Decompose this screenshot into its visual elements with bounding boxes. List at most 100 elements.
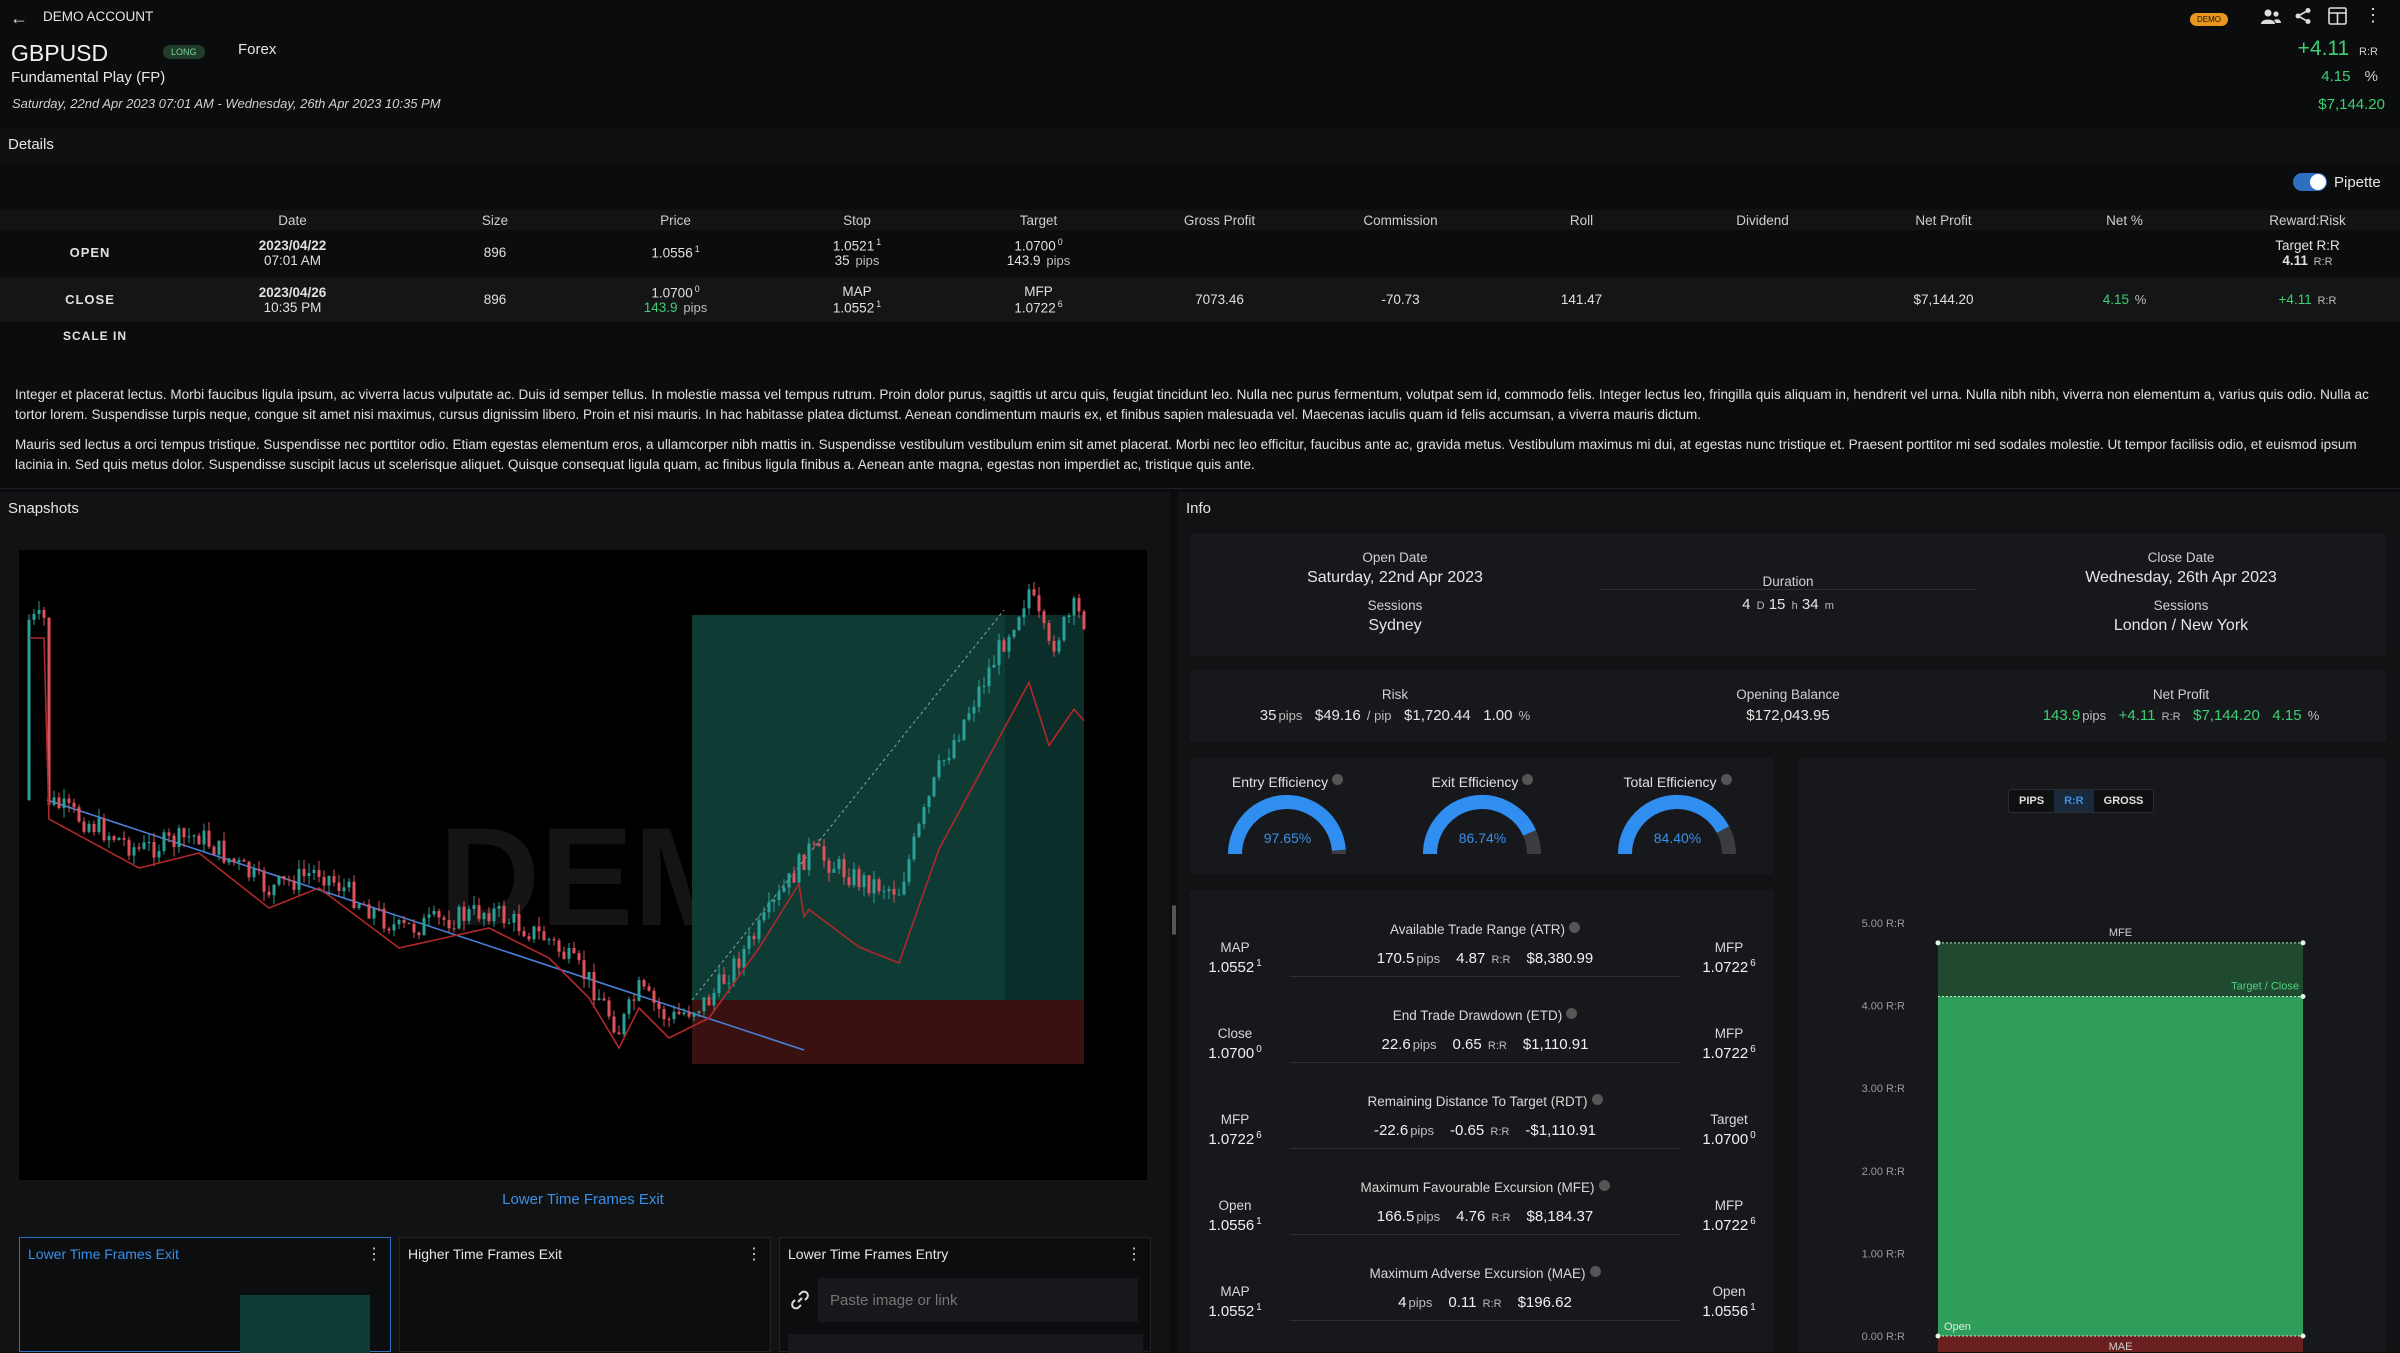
metric-title-text: Maximum Adverse Excursion (MAE) xyxy=(1369,1266,1586,1281)
candle-body xyxy=(37,609,41,614)
more-vert-icon[interactable]: ⋮ xyxy=(2364,6,2382,24)
open-stop-cell: 1.0521 1 35 pips xyxy=(766,230,948,276)
info-icon[interactable] xyxy=(1598,1180,1610,1191)
metric-left-price: 1.0700 xyxy=(1208,1045,1255,1062)
risk-pips: 35 xyxy=(1259,707,1277,724)
np-rr: +4.11 xyxy=(2118,707,2156,724)
candle-body xyxy=(637,980,641,1001)
marker-dot xyxy=(1935,940,1941,946)
metric-left-value: 1.0552 1 xyxy=(1190,958,1280,976)
risk-pips-unit: pips xyxy=(1278,708,1303,723)
snapshot-thumb-2[interactable]: Higher Time Frames Exit ⋮ xyxy=(399,1237,771,1352)
back-arrow-icon[interactable]: ← xyxy=(10,8,28,29)
candle-body xyxy=(52,797,56,805)
candle-body xyxy=(332,876,336,883)
candle-body xyxy=(267,891,271,896)
candle-body xyxy=(432,910,436,915)
scale-in-button[interactable]: SCALE IN xyxy=(63,329,127,343)
tab-pips[interactable]: PIPS xyxy=(2009,790,2054,812)
candle-body xyxy=(762,912,766,921)
candle-body xyxy=(322,876,326,886)
snapshot-thumb-1[interactable]: Lower Time Frames Exit ⋮ xyxy=(19,1237,391,1353)
close-price: 1.0700 xyxy=(651,285,693,301)
candle-body xyxy=(957,739,961,741)
info-icon[interactable] xyxy=(1720,774,1732,785)
candle-body xyxy=(477,905,481,920)
candle-body xyxy=(312,869,316,874)
details-bar: Details xyxy=(0,128,2400,162)
info-icon[interactable] xyxy=(1569,922,1581,933)
target-close-label: Target / Close xyxy=(2231,981,2299,993)
info-icon[interactable] xyxy=(1589,1266,1601,1277)
efficiency-gauge-entry: Entry Efficiency 97.65% xyxy=(1190,758,1385,874)
open-target: 1.0700 xyxy=(1014,238,1056,254)
metric-left-value: 1.0552 1 xyxy=(1190,1302,1280,1320)
metric-right-value: 1.0722 6 xyxy=(1684,1044,1774,1062)
candle-body xyxy=(707,997,711,1006)
tab-rr[interactable]: R:R xyxy=(2054,790,2094,812)
candle-body xyxy=(1052,640,1056,652)
candle-body xyxy=(912,836,916,860)
candle-body xyxy=(532,926,536,940)
candle-body xyxy=(992,664,996,668)
risk-card: Risk 35 pips $49.16 / pip $1,720.44 1.00 … xyxy=(1190,670,2386,742)
metric-right-price: 1.0722 xyxy=(1702,959,1749,976)
candle-body xyxy=(517,913,521,932)
open-time: 07:01 AM xyxy=(263,252,322,268)
np-amount: $7,144.20 xyxy=(2193,707,2260,724)
candle-body xyxy=(902,881,906,895)
snapshot-thumb-3[interactable]: Lower Time Frames Entry ⋮ xyxy=(779,1237,1151,1353)
y-tick-label: 5.00 R:R xyxy=(1862,918,1905,930)
layout-icon[interactable] xyxy=(2328,7,2347,25)
more-vert-icon[interactable]: ⋮ xyxy=(1126,1244,1142,1264)
net-profit-values: 143.9 pips +4.11 R:R $7,144.20 4.15 % xyxy=(1976,707,2386,724)
metric-right-label: MFP xyxy=(1714,1198,1744,1213)
candle-body xyxy=(792,873,796,883)
candle-body xyxy=(467,909,471,921)
candle-body xyxy=(202,830,206,845)
snapshot-main-image[interactable]: DEMO xyxy=(19,550,1147,1180)
metric-pips: -22.6 xyxy=(1373,1122,1409,1139)
candle-body xyxy=(457,906,461,929)
candle-body xyxy=(757,920,761,940)
open-date-label: Open Date xyxy=(1362,550,1428,565)
metric-pips: 170.5 xyxy=(1376,950,1415,967)
metric-amount: $196.62 xyxy=(1517,1294,1572,1311)
candle-body xyxy=(542,931,546,941)
metric-left-value: 1.0556 1 xyxy=(1190,1216,1280,1234)
candle-body xyxy=(437,910,441,918)
metric-rr-unit: R:R xyxy=(1490,1126,1510,1138)
symbol-title: GBPUSD xyxy=(11,40,109,66)
candle-body xyxy=(462,906,466,921)
info-icon[interactable] xyxy=(1566,1008,1578,1019)
panel-resize-handle[interactable] xyxy=(1172,905,1176,935)
efficiency-card: Entry Efficiency 97.65% Exit Efficiency … xyxy=(1190,758,1774,874)
candle-body xyxy=(292,880,296,890)
users-icon[interactable] xyxy=(2260,8,2282,26)
info-icon[interactable] xyxy=(1522,774,1534,785)
metric-title-text: End Trade Drawdown (ETD) xyxy=(1392,1008,1563,1023)
more-vert-icon[interactable]: ⋮ xyxy=(366,1244,382,1264)
info-icon[interactable] xyxy=(1591,1094,1603,1105)
gauge-title: Entry Efficiency xyxy=(1190,774,1385,790)
candle-body xyxy=(427,914,431,918)
candle-body xyxy=(197,835,201,845)
candle-body xyxy=(607,1000,611,1017)
info-icon[interactable] xyxy=(1332,774,1344,785)
more-vert-icon[interactable]: ⋮ xyxy=(746,1244,762,1264)
candle-body xyxy=(647,986,651,991)
metric-left: MAP 1.0552 1 xyxy=(1190,940,1280,976)
paste-image-input[interactable] xyxy=(818,1278,1138,1322)
metric-right-sup: 6 xyxy=(1750,1044,1756,1055)
metric-title: Remaining Distance To Target (RDT) xyxy=(1280,1094,1690,1109)
col-size: Size xyxy=(405,210,585,230)
tab-gross[interactable]: GROSS xyxy=(2094,790,2154,812)
candle-body xyxy=(972,706,976,714)
metric-row: Open 1.0556 1 Maximum Favourable Excursion … xyxy=(1190,1170,1780,1256)
metric-pips: 22.6 xyxy=(1381,1036,1411,1053)
open-stop-pips: 35 xyxy=(834,253,850,269)
share-icon[interactable] xyxy=(2294,7,2312,25)
pipette-toggle[interactable] xyxy=(2293,173,2327,191)
table-header-row: Date Size Price Stop Target Gross Profit… xyxy=(0,210,2400,230)
trades-table: Date Size Price Stop Target Gross Profit… xyxy=(0,210,2400,322)
